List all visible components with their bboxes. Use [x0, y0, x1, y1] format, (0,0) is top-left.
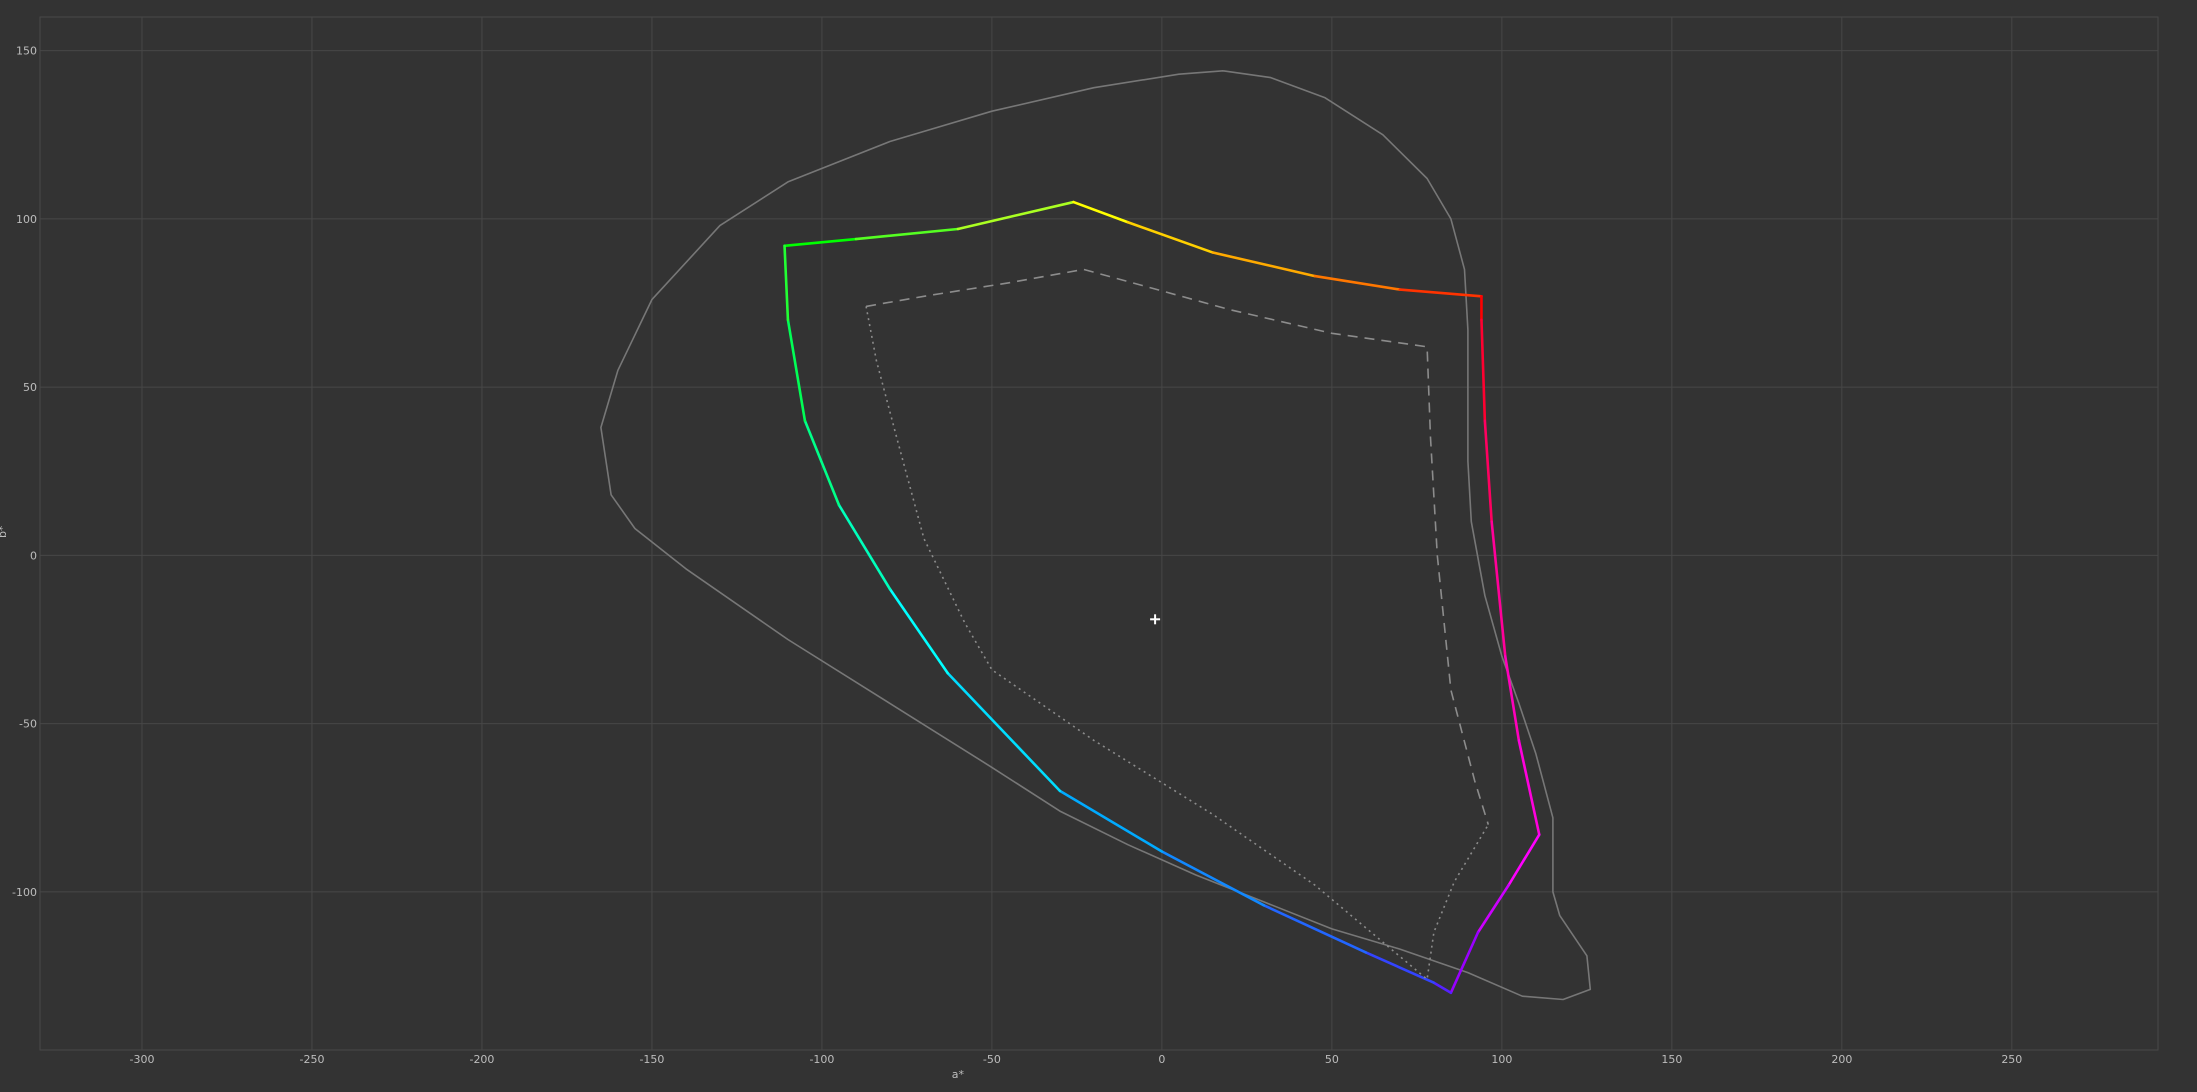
x-tick-label: -250 — [299, 1053, 324, 1066]
gamut-segment — [783, 244, 790, 322]
gamut-segment — [1160, 850, 1266, 907]
x-tick-label: 250 — [2001, 1053, 2022, 1066]
x-tick-label: -300 — [130, 1053, 155, 1066]
gamut-segment — [888, 587, 950, 675]
y-tick-label: 0 — [30, 549, 37, 562]
gamut-segment — [946, 671, 1062, 793]
gamut-segment — [854, 227, 960, 241]
dotted-reference-gamut — [865, 306, 1489, 981]
gamut-segment — [837, 503, 892, 591]
x-axis-label: a* — [952, 1068, 965, 1081]
marker-layer — [1150, 614, 1161, 625]
gamut-segment — [786, 318, 807, 423]
y-tick-label: -50 — [19, 718, 37, 731]
series-layer — [600, 70, 1592, 1001]
gamut-segment — [1211, 251, 1317, 278]
gamut-segment — [783, 237, 858, 248]
grid-lines — [40, 17, 2158, 1050]
gamut-segment — [1490, 520, 1507, 658]
x-tick-label: -100 — [809, 1053, 834, 1066]
x-tick-label: -50 — [983, 1053, 1001, 1066]
gamut-segment — [1058, 789, 1164, 853]
dashed-reference-gamut — [865, 268, 1490, 825]
gamut-segment — [1507, 833, 1541, 887]
gamut-segment — [1480, 318, 1487, 423]
x-tick-label: 150 — [1661, 1053, 1682, 1066]
gamut-segment — [1449, 930, 1480, 995]
y-axis-label: b* — [0, 525, 9, 538]
gamut-segment — [1126, 220, 1215, 254]
x-tick-label: 100 — [1491, 1053, 1512, 1066]
gamut-segment — [956, 200, 1075, 231]
x-tick-label: -200 — [469, 1053, 494, 1066]
plot-frame — [39, 16, 2159, 1051]
chart-plot: -300 -250 -200 -150 -100 -50 0 50 100 150 200 250 -1… — [0, 16, 2159, 1081]
y-tick-label: -100 — [12, 886, 37, 899]
y-tick-label: 50 — [23, 381, 37, 394]
gamut-segment — [1398, 288, 1483, 298]
gamut-segment — [1313, 274, 1402, 291]
y-tick-label: 100 — [16, 213, 37, 226]
gamut-segment — [1483, 419, 1493, 524]
y-tick-label: 150 — [16, 45, 37, 58]
x-tick-label: -150 — [639, 1053, 664, 1066]
gamut-segment — [1262, 904, 1368, 954]
x-tick-label: 50 — [1325, 1053, 1339, 1066]
x-tick-label: 0 — [1158, 1053, 1165, 1066]
gamut-segment — [1432, 981, 1453, 995]
x-tick-label: 200 — [1831, 1053, 1852, 1066]
